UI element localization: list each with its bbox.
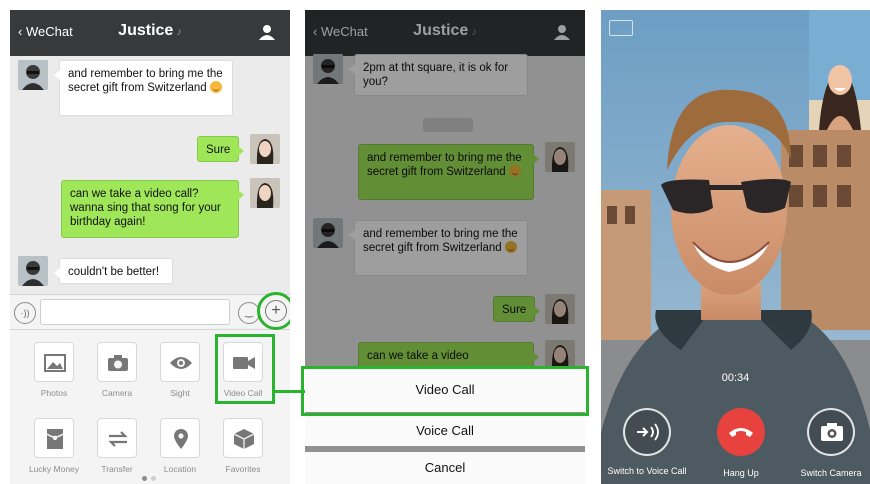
contact-profile-icon[interactable]: [258, 23, 276, 41]
chat-panel-1: ‹ WeChat Justice ♪ and remember to bring …: [10, 10, 290, 484]
cube-icon: [233, 429, 255, 449]
eye-icon: [170, 357, 192, 369]
transfer-tile[interactable]: [97, 418, 137, 458]
contact-avatar[interactable]: [18, 256, 48, 286]
photos-tile[interactable]: [34, 342, 74, 382]
message-input[interactable]: [40, 299, 230, 325]
chat-title: Justice ♪: [10, 22, 290, 40]
message-bubble: Sure: [197, 136, 244, 162]
message-bubble: can we take a video call?wanna sing that…: [61, 180, 244, 238]
phone-hangup-icon: [729, 428, 753, 437]
tool-label: Location: [163, 464, 197, 474]
photo-icon: [44, 354, 66, 372]
local-video-preview[interactable]: [809, 10, 870, 130]
my-avatar[interactable]: [250, 178, 280, 208]
page-dot: [151, 476, 156, 481]
red-packet-icon: [46, 429, 64, 449]
message-text: Sure: [206, 144, 231, 156]
input-bar: ·)) ‿: [10, 294, 290, 330]
tool-label: Camera: [101, 388, 133, 398]
voice-wave-arrow-icon: [637, 423, 659, 441]
camera-icon: [108, 355, 128, 371]
tool-label: Sight: [170, 388, 190, 398]
switch-to-voice-call-label: Switch to Voice Call: [607, 466, 687, 476]
camera-switch-icon: [821, 423, 843, 441]
contact-avatar[interactable]: [18, 60, 48, 90]
tool-label: Photos: [40, 388, 68, 398]
chat-header: ‹ WeChat Justice ♪: [10, 10, 290, 56]
switch-camera-label: Switch Camera: [800, 468, 862, 478]
plus-more-button[interactable]: +: [257, 292, 290, 330]
tool-label: Favorites: [225, 464, 261, 474]
transfer-icon: [108, 431, 128, 447]
laughing-emoji-icon: [209, 81, 222, 93]
message-text: and remember to bring me the secret gift…: [68, 68, 223, 94]
lucky-money-tile[interactable]: [34, 418, 74, 458]
location-tile[interactable]: [160, 418, 200, 458]
voice-toggle-icon[interactable]: ·)): [14, 302, 36, 324]
switch-camera-button[interactable]: [807, 408, 855, 456]
sight-tile[interactable]: [160, 342, 200, 382]
location-pin-icon: [174, 429, 188, 449]
minimize-button[interactable]: [609, 20, 633, 36]
earpiece-icon: ♪: [176, 26, 182, 38]
tool-label: Transfer: [101, 464, 133, 474]
message-text: can we take a video call?wanna sing that…: [70, 188, 221, 228]
video-call-screen: 00:34 Switch to Voice Call Hang Up Switc…: [601, 10, 870, 484]
call-timer: 00:34: [721, 372, 750, 384]
tools-panel: Photos Camera Sight Video Call Lucky Mon…: [10, 330, 290, 484]
voice-call-option[interactable]: Voice Call: [305, 413, 585, 446]
plus-icon: +: [265, 300, 287, 322]
my-avatar[interactable]: [250, 134, 280, 164]
chat-title-text: Justice: [118, 22, 174, 39]
favorites-tile[interactable]: [223, 418, 263, 458]
page-indicator: [142, 476, 158, 482]
tool-label: Lucky Money: [28, 464, 80, 474]
message-text: couldn't be better!: [68, 266, 160, 278]
hang-up-label: Hang Up: [723, 468, 759, 478]
video-call-highlight: [215, 334, 275, 404]
page-dot-active: [142, 476, 147, 481]
message-bubble: and remember to bring me the secret gift…: [54, 60, 233, 116]
cancel-option[interactable]: Cancel: [305, 452, 585, 484]
message-bubble: couldn't be better!: [54, 258, 173, 284]
camera-tile[interactable]: [97, 342, 137, 382]
switch-to-voice-call-button[interactable]: [623, 408, 671, 456]
video-call-option-highlight: [301, 366, 589, 416]
hang-up-button[interactable]: [717, 408, 765, 456]
